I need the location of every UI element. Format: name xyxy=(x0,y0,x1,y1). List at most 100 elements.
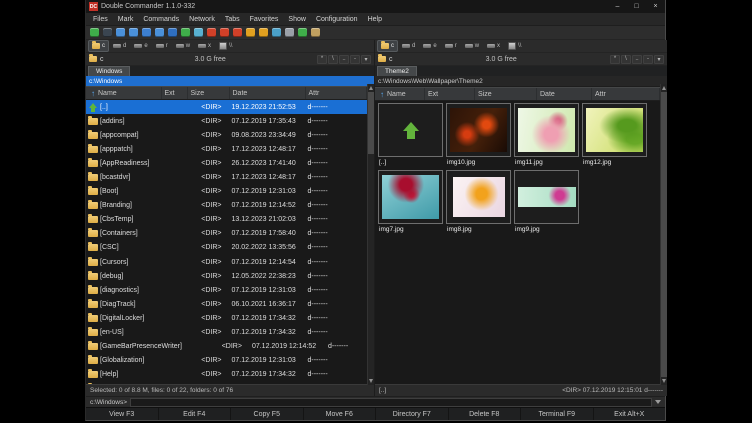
function-button-f6[interactable]: Move F6 xyxy=(304,408,377,420)
function-button-f3[interactable]: View F3 xyxy=(86,408,159,420)
column-header-size[interactable]: Size xyxy=(188,87,230,99)
column-header-ext[interactable]: Ext xyxy=(425,88,475,100)
extract-icon[interactable] xyxy=(220,28,229,37)
file-row[interactable]: [debug]<DIR>12.05.2022 22:38:23d------- xyxy=(86,269,367,283)
minimize-button[interactable]: – xyxy=(608,0,627,13)
menu-item-network[interactable]: Network xyxy=(184,16,220,23)
scroll-down-icon[interactable] xyxy=(369,379,373,383)
sync-dirs-icon[interactable] xyxy=(246,28,255,37)
parent-dir-button[interactable]: .. xyxy=(632,55,642,64)
file-row[interactable]: [appcompat]<DIR>09.08.2023 23:34:49d----… xyxy=(86,128,367,142)
function-button-f5[interactable]: Copy F5 xyxy=(231,408,304,420)
column-header-attr[interactable]: Attr xyxy=(306,87,368,99)
terminal-icon[interactable] xyxy=(103,28,112,37)
function-button-f9[interactable]: Terminal F9 xyxy=(521,408,594,420)
drive-button-d[interactable]: d xyxy=(399,41,418,51)
drive-button-r[interactable]: r xyxy=(153,41,171,51)
file-row[interactable]: [DigitalLocker]<DIR>07.12.2019 17:34:32d… xyxy=(86,311,367,325)
scroll-up-icon[interactable] xyxy=(369,86,373,90)
file-row[interactable]: [CSC]<DIR>20.02.2022 13:35:56d------- xyxy=(86,241,367,255)
file-row[interactable]: [apppatch]<DIR>17.12.2023 12:48:17d-----… xyxy=(86,142,367,156)
drive-button-x[interactable]: x xyxy=(484,41,503,51)
menu-item-files[interactable]: Files xyxy=(88,16,113,23)
file-row[interactable]: [AppReadiness]<DIR>26.12.2023 17:41:40d-… xyxy=(86,156,367,170)
menu-item-tabs[interactable]: Tabs xyxy=(220,16,245,23)
thumbnails-view-icon[interactable] xyxy=(155,28,164,37)
left-scrollbar[interactable] xyxy=(367,84,374,385)
thumbnail-item[interactable]: img8.jpg xyxy=(446,170,511,234)
drive-button-e[interactable]: e xyxy=(131,41,150,51)
minimize-path-button[interactable]: - xyxy=(643,55,653,64)
menu-item-mark[interactable]: Mark xyxy=(113,16,139,23)
left-drive-combo[interactable]: c xyxy=(89,56,104,63)
swap-panels-icon[interactable] xyxy=(168,28,177,37)
drive-button-c[interactable]: c xyxy=(378,41,397,51)
right-drive-combo[interactable]: c xyxy=(378,56,393,63)
file-row[interactable]: [Boot]<DIR>07.12.2019 12:31:03d------- xyxy=(86,185,367,199)
scroll-down-icon[interactable] xyxy=(662,379,666,383)
edit-icon[interactable] xyxy=(311,28,320,37)
compare-dirs-icon[interactable] xyxy=(259,28,268,37)
column-header-ext[interactable]: Ext xyxy=(162,87,188,99)
pack-icon[interactable] xyxy=(207,28,216,37)
history-dropdown-button[interactable]: ▾ xyxy=(654,55,664,64)
file-row[interactable]: [Globalization]<DIR>07.12.2019 12:31:03d… xyxy=(86,354,367,368)
file-row[interactable]: [Cursors]<DIR>07.12.2019 12:14:54d------… xyxy=(86,255,367,269)
drive-button-e[interactable]: e xyxy=(420,41,439,51)
drive-button-d[interactable]: d xyxy=(110,41,129,51)
column-header-name[interactable]: ↑Name xyxy=(375,88,425,100)
file-row[interactable]: [en-US]<DIR>07.12.2019 17:34:32d------- xyxy=(86,326,367,340)
file-row[interactable]: [diagnostics]<DIR>07.12.2019 12:31:03d--… xyxy=(86,283,367,297)
compare-contents-icon[interactable] xyxy=(272,28,281,37)
thumbnail-item[interactable]: img10.jpg xyxy=(446,103,511,167)
minimize-path-button[interactable]: - xyxy=(350,55,360,64)
file-row[interactable]: [addins]<DIR>07.12.2019 17:35:43d------- xyxy=(86,114,367,128)
file-row[interactable]: [Help]<DIR>07.12.2019 17:34:32d------- xyxy=(86,368,367,382)
drive-button-x[interactable]: x xyxy=(195,41,214,51)
file-row[interactable]: [bcastdvr]<DIR>17.12.2023 12:48:17d-----… xyxy=(86,170,367,184)
drive-button-w[interactable]: w xyxy=(173,41,193,51)
column-header-size[interactable]: Size xyxy=(475,88,537,100)
column-header-attr[interactable]: Attr xyxy=(592,88,660,100)
file-row[interactable]: [Containers]<DIR>07.12.2019 17:58:40d---… xyxy=(86,227,367,241)
function-button-alt+x[interactable]: Exit Alt+X xyxy=(594,408,666,420)
scroll-thumb[interactable] xyxy=(661,92,667,377)
brief-view-icon[interactable] xyxy=(129,28,138,37)
root-dir-button[interactable]: \ xyxy=(328,55,338,64)
full-view-icon[interactable] xyxy=(142,28,151,37)
thumbnail-item[interactable]: img9.jpg xyxy=(514,170,579,234)
file-row[interactable]: [DiagTrack]<DIR>06.10.2021 16:36:17d----… xyxy=(86,297,367,311)
left-path-bar[interactable]: c:\Windows xyxy=(86,76,374,86)
network-drive-button[interactable]: \\ xyxy=(216,41,235,51)
maximize-button[interactable]: □ xyxy=(627,0,646,13)
menu-item-help[interactable]: Help xyxy=(363,16,387,23)
thumbnail-item[interactable]: img11.jpg xyxy=(514,103,579,167)
tab-theme2[interactable]: Theme2 xyxy=(377,66,417,76)
file-row[interactable]: [Branding]<DIR>07.12.2019 12:14:52d-----… xyxy=(86,199,367,213)
thumbnail-item[interactable]: img7.jpg xyxy=(378,170,443,234)
thumbnail-item[interactable]: img12.jpg xyxy=(582,103,647,167)
close-button[interactable]: × xyxy=(646,0,665,13)
function-button-f7[interactable]: Directory F7 xyxy=(376,408,449,420)
command-line-input[interactable] xyxy=(130,398,652,407)
file-row[interactable]: [CbsTemp]<DIR>13.12.2023 21:02:03d------… xyxy=(86,213,367,227)
column-header-name[interactable]: ↑Name xyxy=(86,87,162,99)
thumbnail-item[interactable]: [..] xyxy=(378,103,443,167)
scroll-thumb[interactable] xyxy=(368,92,374,154)
drive-button-w[interactable]: w xyxy=(462,41,482,51)
right-path-bar[interactable]: c:\Windows\Web\Wallpaper\Theme2 xyxy=(375,76,667,87)
menu-item-show[interactable]: Show xyxy=(283,16,311,23)
network-drive-button[interactable]: \\ xyxy=(505,41,524,51)
file-row[interactable]: [IdentityCRL]<DIR>07.12.2019 12:31:03d--… xyxy=(86,382,367,384)
title-bar[interactable]: DC Double Commander 1.1.0-332 – □ × xyxy=(86,0,665,13)
file-row[interactable]: [GameBarPresenceWriter]<DIR>07.12.2019 1… xyxy=(86,340,367,354)
command-history-dropdown-icon[interactable] xyxy=(655,400,661,404)
menu-item-favorites[interactable]: Favorites xyxy=(245,16,284,23)
drive-button-r[interactable]: r xyxy=(442,41,460,51)
tab-windows[interactable]: Windows xyxy=(88,66,130,76)
search-icon[interactable] xyxy=(285,28,294,37)
favorites-button[interactable]: * xyxy=(317,55,327,64)
function-button-f8[interactable]: Delete F8 xyxy=(449,408,522,420)
column-header-date[interactable]: Date xyxy=(537,88,592,100)
drive-button-c[interactable]: c xyxy=(89,41,108,51)
